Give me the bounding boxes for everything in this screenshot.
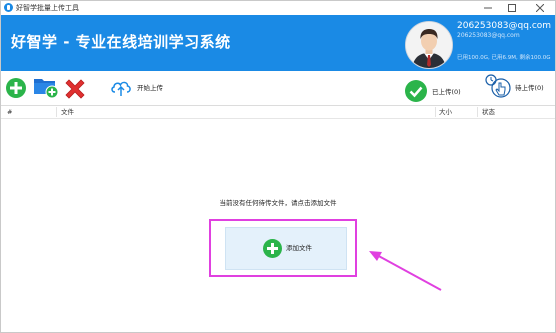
close-button[interactable]: [529, 1, 551, 15]
toolbar: 开始上传 已上传(0) 待上传(0): [1, 71, 555, 106]
start-upload-label: 开始上传: [137, 84, 163, 92]
empty-state-message: 当前没有任何待传文件，请点击添加文件: [219, 199, 337, 207]
cloud-upload-icon: [111, 81, 131, 96]
maximize-icon: [508, 4, 516, 12]
column-size: 大小: [439, 108, 452, 116]
minimize-button[interactable]: [477, 1, 499, 15]
column-file: 文件: [61, 108, 74, 116]
start-upload-button[interactable]: 开始上传: [110, 77, 170, 99]
pending-label: 待上传(0): [515, 84, 544, 92]
column-separator: [56, 107, 57, 117]
add-file-label: 添加文件: [286, 244, 312, 252]
window-title: 好智学批量上传工具: [16, 4, 79, 12]
delete-button[interactable]: [63, 77, 87, 105]
file-table-header: # 文件 大小 状态: [1, 106, 555, 119]
annotation-arrow: [369, 251, 442, 291]
column-status: 状态: [482, 108, 495, 116]
maximize-button[interactable]: [501, 1, 523, 15]
add-button[interactable]: [6, 78, 26, 102]
add-circle-icon: [263, 239, 282, 258]
app-logo-icon: [4, 3, 13, 12]
folder-add-icon: [34, 79, 59, 99]
column-separator: [477, 107, 478, 117]
avatar[interactable]: [405, 21, 453, 69]
delete-x-icon: [65, 79, 85, 99]
pending-tab[interactable]: 待上传(0): [485, 74, 547, 102]
user-avatar-icon: [406, 22, 452, 68]
add-file-button[interactable]: 添加文件: [225, 227, 347, 270]
column-index: #: [7, 108, 13, 116]
minimize-icon: [484, 7, 492, 9]
check-circle-icon: [405, 80, 427, 102]
storage-quota: 已用100.0G, 已用6.9M, 剩余100.0G: [457, 55, 551, 61]
app-window: 好智学批量上传工具 好智学 - 专业在线培训学习系统 206253083@qq.…: [0, 0, 556, 333]
brand-title: 好智学 - 专业在线培训学习系统: [11, 33, 231, 51]
title-bar: 好智学批量上传工具: [1, 1, 555, 15]
user-email: 206253083@qq.com: [457, 21, 552, 31]
uploaded-tab[interactable]: 已上传(0): [405, 80, 465, 102]
close-icon: [536, 4, 544, 12]
add-circle-icon: [6, 78, 26, 98]
user-email-secondary: 206253083@qq.com: [457, 32, 520, 39]
app-header: 好智学 - 专业在线培训学习系统 206253083@qq.com 206253…: [1, 15, 555, 71]
clock-hand-icon: [485, 74, 511, 98]
uploaded-label: 已上传(0): [432, 88, 461, 96]
column-separator: [435, 107, 436, 117]
add-folder-button[interactable]: [33, 75, 59, 103]
